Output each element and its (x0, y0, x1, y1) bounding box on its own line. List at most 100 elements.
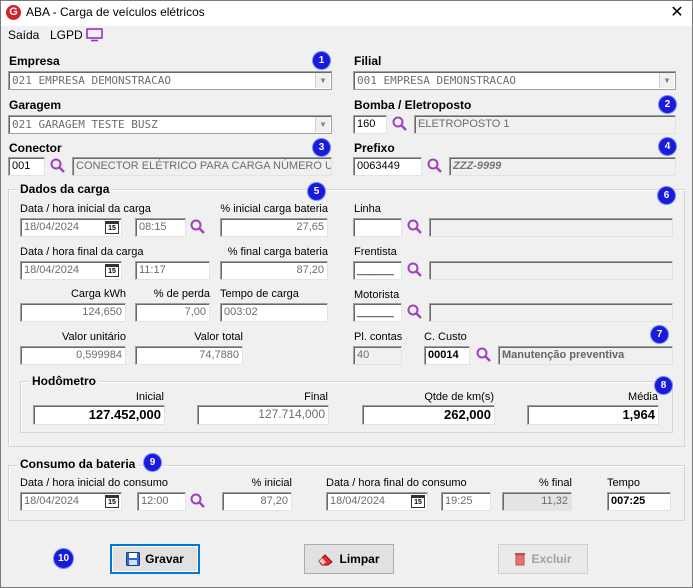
pct-ini-label: % inicial carga bateria (220, 203, 328, 215)
plcontas-label: Pl. contas (354, 331, 403, 343)
limpar-label: Limpar (339, 552, 380, 566)
consumo-hora-ini-input[interactable]: 12:00 (137, 492, 186, 511)
search-icon[interactable] (189, 492, 207, 510)
badge-9: 9 (144, 454, 161, 471)
plcontas-field: 40 (353, 346, 402, 365)
excluir-button[interactable]: Excluir (498, 544, 588, 574)
consumo-data-fim-input[interactable]: 18/04/2024 15 (326, 492, 428, 511)
ccusto-desc-field: Manutenção preventiva (498, 346, 673, 365)
monitor-icon[interactable] (86, 28, 103, 42)
frentista-code-input[interactable]: ______ (353, 261, 402, 280)
calendar-icon[interactable]: 15 (105, 495, 119, 508)
search-icon[interactable] (426, 157, 444, 175)
ccusto-code-input[interactable]: 00014 (424, 346, 470, 365)
calendar-icon[interactable]: 15 (411, 495, 425, 508)
chevron-down-icon[interactable]: ▼ (315, 73, 330, 88)
hodometro-qtde-input[interactable]: 262,000 (362, 405, 495, 425)
vtotal-label: Valor total (194, 331, 243, 343)
badge-3: 3 (313, 139, 330, 156)
consumo-pct-ini-label: % inicial (251, 477, 292, 489)
badge-2: 2 (659, 96, 676, 113)
consumo-data-ini-input[interactable]: 18/04/2024 15 (20, 492, 122, 511)
window-title: ABA - Carga de veículos elétricos (26, 5, 205, 19)
motorista-code-input[interactable]: ______ (353, 303, 402, 322)
linha-code-input[interactable] (353, 218, 402, 237)
menu-saida[interactable]: Saída (8, 28, 39, 42)
consumo-tempo-input[interactable]: 007:25 (607, 492, 671, 511)
search-icon[interactable] (475, 346, 493, 364)
save-icon (126, 552, 141, 566)
chevron-down-icon[interactable]: ▼ (315, 117, 330, 132)
trash-icon (515, 553, 526, 566)
badge-6: 6 (658, 187, 675, 204)
badge-7: 7 (651, 326, 668, 343)
search-icon[interactable] (406, 261, 424, 279)
ccusto-label: C. Custo (424, 331, 467, 343)
data-ini-input[interactable]: 18/04/2024 15 (20, 218, 122, 237)
menu-lgpd[interactable]: LGPD (50, 28, 83, 42)
limpar-button[interactable]: Limpar (304, 544, 394, 574)
prefixo-label: Prefixo (354, 141, 395, 155)
frentista-desc-field (429, 261, 673, 280)
consumo-data-fim-label: Data / hora final do consumo (326, 477, 467, 489)
perda-input[interactable]: 7,00 (135, 303, 210, 322)
app-logo-icon: G (6, 5, 21, 20)
search-icon[interactable] (406, 218, 424, 236)
empresa-select[interactable]: 021 EMPRESA DEMONSTRACAO ▼ (8, 71, 332, 90)
hodometro-inicial-label: Inicial (135, 391, 164, 403)
conector-code-input[interactable]: 001 (8, 157, 45, 176)
consumo-tempo-label: Tempo (607, 477, 641, 489)
search-icon[interactable] (406, 303, 424, 321)
dados-carga-title: Dados da carga (17, 182, 113, 196)
kwh-input[interactable]: 124,650 (20, 303, 126, 322)
frentista-label: Frentista (354, 246, 397, 258)
linha-desc-field (429, 218, 673, 237)
chevron-down-icon[interactable]: ▼ (659, 73, 674, 88)
pct-fim-input[interactable]: 87,20 (220, 261, 328, 280)
search-icon[interactable] (189, 218, 207, 236)
hodometro-final-label: Final (304, 391, 328, 403)
linha-label: Linha (354, 203, 381, 215)
bomba-desc-field: ELETROPOSTO 1 (414, 115, 676, 134)
calendar-icon[interactable]: 15 (105, 221, 119, 234)
filial-select[interactable]: 001 EMPRESA DEMONSTRACAO ▼ (353, 71, 676, 90)
search-icon[interactable] (391, 115, 409, 133)
gravar-button[interactable]: Gravar (110, 544, 200, 574)
data-fim-label: Data / hora final da carga (20, 246, 144, 258)
empresa-label: Empresa (9, 54, 60, 68)
vtotal-input[interactable]: 74,7880 (135, 346, 243, 365)
consumo-pct-ini-input[interactable]: 87,20 (222, 492, 292, 511)
hodometro-media-label: Média (628, 391, 658, 403)
close-icon[interactable]: ✕ (668, 3, 686, 21)
calendar-icon[interactable]: 15 (105, 264, 119, 277)
bomba-code-input[interactable]: 160 (353, 115, 387, 134)
prefixo-code-input[interactable]: 0063449 (353, 157, 422, 176)
motorista-desc-field (429, 303, 673, 322)
conector-label: Conector (9, 141, 62, 155)
garagem-select[interactable]: 021 GARAGEM TESTE BUSZ ▼ (8, 115, 332, 134)
search-icon[interactable] (49, 157, 67, 175)
consumo-hora-fim-input[interactable]: 19:25 (441, 492, 491, 511)
motorista-label: Motorista (354, 289, 400, 301)
excluir-label: Excluir (531, 552, 572, 566)
badge-10: 10 (54, 549, 73, 568)
conector-desc-field: CONECTOR ELÉTRICO PARA CARGA NÚMERO UM (72, 157, 332, 176)
hodometro-qtde-label: Qtde de km(s) (424, 391, 494, 403)
vunit-input[interactable]: 0,599984 (20, 346, 126, 365)
data-ini-label: Data / hora inicial da carga (20, 203, 151, 215)
consumo-title: Consumo da bateria (17, 457, 139, 471)
hodometro-media-input[interactable]: 1,964 (527, 405, 659, 425)
tempo-label: Tempo de carga (220, 288, 299, 300)
badge-5: 5 (308, 183, 325, 200)
data-fim-input[interactable]: 18/04/2024 15 (20, 261, 122, 280)
pct-ini-input[interactable]: 27,65 (220, 218, 328, 237)
pct-fim-label: % final carga bateria (227, 246, 328, 258)
hodometro-final-input[interactable]: 127.714,000 (197, 405, 329, 425)
hora-fim-input[interactable]: 11:17 (135, 261, 210, 280)
consumo-data-ini-label: Data / hora inicial do consumo (20, 477, 168, 489)
hora-ini-input[interactable]: 08:15 (135, 218, 186, 237)
kwh-label: Carga kWh (70, 288, 126, 300)
hodometro-inicial-input[interactable]: 127.452,000 (33, 405, 165, 425)
prefixo-plate-field: ZZZ-9999 (449, 157, 676, 176)
tempo-input[interactable]: 003:02 (220, 303, 328, 322)
